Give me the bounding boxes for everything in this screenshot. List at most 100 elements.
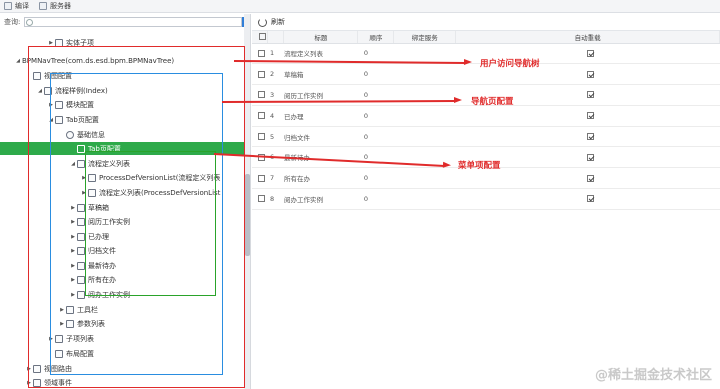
expand-toggle-icon[interactable]: ◢ xyxy=(14,58,22,64)
tree-node[interactable]: ▶ 工具栏 xyxy=(58,303,98,316)
row-select-cell[interactable] xyxy=(252,146,268,169)
tree-node[interactable]: ▶ 最新待办 xyxy=(69,259,116,272)
search-row: 查询: ⌕ xyxy=(0,16,250,27)
checkbox-icon[interactable] xyxy=(258,112,265,120)
tree-node[interactable]: ▶ 模块配置 xyxy=(47,98,94,111)
tree-node[interactable]: ▶ 参数列表 xyxy=(58,317,105,330)
tree-node[interactable]: ▶ 所有在办 xyxy=(69,273,116,286)
edit-button[interactable]: 编译 xyxy=(4,1,29,11)
checkbox-icon[interactable] xyxy=(259,33,267,41)
row-auto-reload[interactable] xyxy=(455,105,720,127)
checkbox-icon[interactable] xyxy=(587,153,595,161)
row-title: 阅历工作实例 xyxy=(283,84,358,106)
header-service[interactable]: 绑定服务 xyxy=(393,31,457,44)
search-input[interactable] xyxy=(25,17,241,26)
row-auto-reload[interactable] xyxy=(455,188,720,210)
server-button[interactable]: 服务器 xyxy=(39,1,71,11)
expand-toggle-icon[interactable]: ▶ xyxy=(80,190,88,196)
expand-toggle-icon[interactable]: ▶ xyxy=(58,321,66,327)
tree-node-label: 归档文件 xyxy=(88,246,116,255)
expand-toggle-icon[interactable]: ▶ xyxy=(69,292,77,298)
tree-node[interactable]: ▶ 流程定义列表(ProcessDefVersionList xyxy=(80,186,220,199)
header-title[interactable]: 标题 xyxy=(283,31,359,44)
row-index: 8 xyxy=(267,188,284,210)
tree-node-label: 草稿箱 xyxy=(88,203,109,212)
tree-node[interactable]: ▶ 已办理 xyxy=(69,230,109,243)
checkbox-icon[interactable] xyxy=(587,195,595,203)
checkbox-icon[interactable] xyxy=(587,70,595,78)
expand-toggle-icon[interactable]: ◢ xyxy=(69,161,77,167)
tree-node[interactable]: ▶ 视图路由 xyxy=(25,362,72,375)
row-service xyxy=(393,188,456,210)
table-row[interactable]: 8 阅办工作实例 0 xyxy=(252,188,720,210)
row-select-cell[interactable] xyxy=(252,188,268,210)
checkbox-icon[interactable] xyxy=(258,70,265,78)
checkbox-icon[interactable] xyxy=(587,174,595,182)
tree-node[interactable]: ◢ Tab页配置 xyxy=(47,113,99,126)
checkbox-icon[interactable] xyxy=(258,49,265,57)
tree-node[interactable]: ◢ 流程样例(Index) xyxy=(36,84,108,97)
tree-node[interactable]: ◢ BPMNavTree(com.ds.esd.bpm.BPMNavTree) xyxy=(14,54,174,67)
grid-header-row: 标题 顺序 绑定服务 自动重载 xyxy=(252,31,720,44)
row-auto-reload[interactable] xyxy=(455,126,720,148)
checkbox-icon[interactable] xyxy=(258,174,265,182)
tree-node[interactable]: Tab页配置 xyxy=(0,142,244,155)
expand-toggle-icon[interactable]: ◢ xyxy=(47,117,55,123)
header-select-all[interactable] xyxy=(252,31,269,44)
edit-icon xyxy=(4,2,12,10)
tree-node[interactable]: ▶ 归档文件 xyxy=(69,244,116,257)
expand-toggle-icon[interactable]: ▶ xyxy=(25,380,33,386)
refresh-icon[interactable] xyxy=(258,17,267,27)
row-order: 0 xyxy=(357,188,394,210)
tree-node-label: ProcessDefVersionList(流程定义列表 xyxy=(99,173,221,182)
checkbox-icon[interactable] xyxy=(587,112,595,120)
checkbox-icon[interactable] xyxy=(258,195,265,203)
tree-node[interactable]: ▶ 阅历工作实例 xyxy=(69,215,130,228)
server-label: 服务器 xyxy=(50,2,71,10)
folder-icon xyxy=(33,71,41,80)
expand-toggle-icon[interactable]: ◢ xyxy=(36,88,44,94)
checkbox-icon[interactable] xyxy=(258,91,265,99)
table-row[interactable]: 4 已办理 0 xyxy=(252,105,720,127)
tree-node[interactable]: ◢ 流程定义列表 xyxy=(69,157,130,170)
panel-collapse-handle[interactable]: ‹ xyxy=(250,209,251,221)
header-auto-reload[interactable]: 自动重载 xyxy=(455,31,720,44)
refresh-label[interactable]: 刷新 xyxy=(271,17,285,27)
expand-toggle-icon[interactable]: ▶ xyxy=(47,40,55,46)
tree-node-label: 工具栏 xyxy=(77,305,98,314)
expand-toggle-icon[interactable]: ▶ xyxy=(25,366,33,372)
tree-node[interactable]: 基础信息 xyxy=(58,128,105,141)
row-service xyxy=(393,63,456,86)
flow-icon xyxy=(77,159,85,168)
table-icon xyxy=(88,188,96,197)
row-select-cell[interactable] xyxy=(252,126,268,148)
expand-toggle-icon[interactable]: ▶ xyxy=(69,234,77,240)
tree-node[interactable]: ▶ 实体子项 xyxy=(47,36,94,49)
checkbox-icon[interactable] xyxy=(587,49,595,57)
tree-node[interactable]: 视图配置 xyxy=(25,69,72,82)
expand-toggle-icon[interactable]: ▶ xyxy=(47,336,55,342)
row-select-cell[interactable] xyxy=(252,167,268,190)
tree-node[interactable]: 布局配置 xyxy=(47,347,94,360)
checkbox-icon[interactable] xyxy=(587,133,595,141)
checkbox-icon[interactable] xyxy=(587,91,595,99)
header-order[interactable]: 顺序 xyxy=(357,31,395,44)
row-select-cell[interactable] xyxy=(252,63,268,86)
expand-toggle-icon[interactable]: ▶ xyxy=(69,277,77,283)
checkbox-icon[interactable] xyxy=(258,133,265,141)
row-select-cell[interactable] xyxy=(252,105,268,127)
expand-toggle-icon[interactable]: ▶ xyxy=(69,263,77,269)
tree-node[interactable]: ▶ ProcessDefVersionList(流程定义列表 xyxy=(80,171,220,184)
row-service xyxy=(393,84,456,106)
expand-toggle-icon[interactable]: ▶ xyxy=(69,205,77,211)
tree-node[interactable]: ▶ 子项列表 xyxy=(47,332,94,345)
expand-toggle-icon[interactable]: ▶ xyxy=(58,307,66,313)
tree-node[interactable]: ▶ 草稿箱 xyxy=(69,201,109,214)
expand-toggle-icon[interactable]: ▶ xyxy=(69,219,77,225)
tree-node[interactable]: ▶ 阅办工作实例 xyxy=(69,288,130,301)
tree-node[interactable]: ▶ 领域事件 xyxy=(25,376,72,389)
expand-toggle-icon[interactable]: ▶ xyxy=(80,175,88,181)
expand-toggle-icon[interactable]: ▶ xyxy=(69,248,77,254)
expand-toggle-icon[interactable]: ▶ xyxy=(47,102,55,108)
table-row[interactable]: 5 归档文件 0 xyxy=(252,126,720,148)
